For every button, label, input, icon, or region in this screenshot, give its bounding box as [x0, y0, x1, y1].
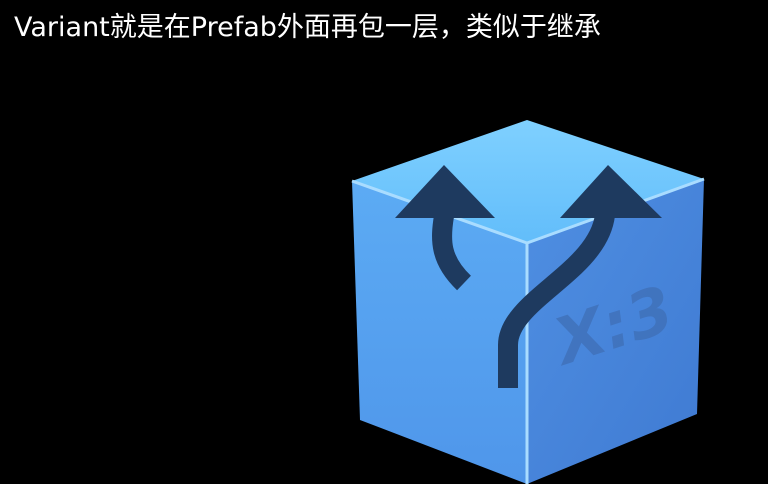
slide-title: Variant就是在Prefab外面再包一层，类似于继承 — [14, 12, 601, 43]
prefab-variant-illustration: X:3 — [340, 112, 720, 484]
prefab-variant-cube-icon: X:3 — [351, 120, 705, 484]
